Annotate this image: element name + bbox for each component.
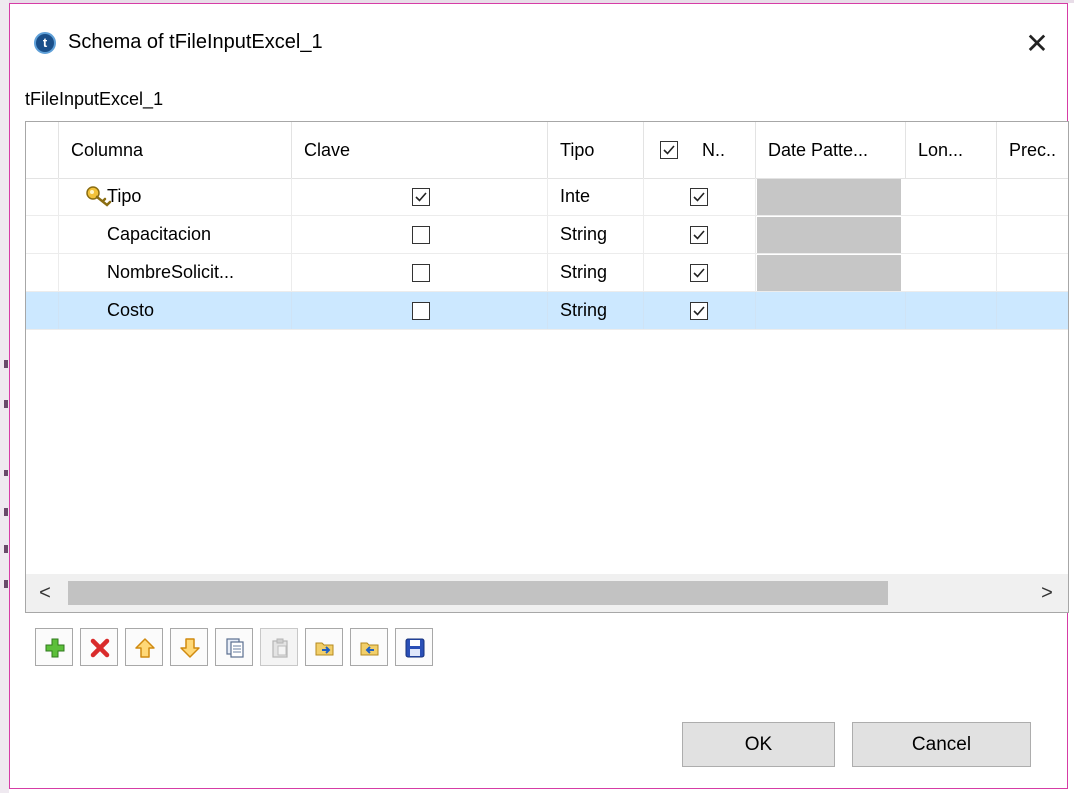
key-checkbox[interactable] — [412, 226, 430, 244]
talend-logo-icon: t — [34, 32, 56, 54]
type-cell[interactable]: Inte — [548, 178, 644, 215]
table-row[interactable]: Capacitacion String — [26, 216, 1068, 254]
column-name-cell[interactable]: Tipo — [59, 178, 292, 215]
date-pattern-cell-disabled — [757, 217, 901, 253]
column-header-length[interactable]: Lon... — [906, 122, 997, 178]
column-header-precision[interactable]: Prec.. — [997, 122, 1068, 178]
length-cell[interactable] — [906, 216, 997, 253]
type-cell[interactable]: String — [548, 216, 644, 253]
nullable-cell[interactable] — [644, 216, 756, 253]
column-header-nullable[interactable]: N.. — [644, 122, 756, 178]
date-pattern-cell-disabled — [757, 179, 901, 215]
column-name-cell[interactable]: NombreSolicit... — [59, 254, 292, 291]
add-icon — [45, 638, 65, 658]
row-header-cell — [26, 292, 59, 329]
column-name-cell[interactable]: Capacitacion — [59, 216, 292, 253]
table-header: Columna Clave Tipo N.. Date Patte... Lon… — [26, 122, 1068, 179]
nullable-checkbox[interactable] — [690, 226, 708, 244]
date-pattern-cell[interactable] — [756, 292, 906, 329]
import-button[interactable] — [305, 628, 343, 666]
export-button[interactable] — [350, 628, 388, 666]
title-bar: t Schema of tFileInputExcel_1 ✕ — [10, 4, 1067, 76]
key-cell[interactable] — [292, 178, 548, 215]
table-row-selected[interactable]: Costo String — [26, 292, 1068, 330]
column-name: NombreSolicit... — [107, 262, 235, 282]
nullable-checkbox[interactable] — [690, 188, 708, 206]
table-row[interactable]: NombreSolicit... String — [26, 254, 1068, 292]
background-mark — [4, 545, 8, 553]
background-mark — [4, 470, 8, 476]
key-cell[interactable] — [292, 254, 548, 291]
move-down-button[interactable] — [170, 628, 208, 666]
column-name-cell[interactable]: Costo — [59, 292, 292, 329]
copy-icon — [226, 638, 244, 658]
row-header-cell — [26, 216, 59, 253]
add-button[interactable] — [35, 628, 73, 666]
move-down-icon — [180, 638, 200, 658]
horizontal-scrollbar[interactable]: < > — [26, 574, 1068, 612]
nullable-cell[interactable] — [644, 178, 756, 215]
row-header-cell — [26, 178, 59, 215]
nullable-checkbox[interactable] — [690, 264, 708, 282]
scrollbar-thumb[interactable] — [68, 581, 888, 605]
schema-dialog: t Schema of tFileInputExcel_1 ✕ tFileInp… — [9, 3, 1069, 789]
column-header-date-pattern[interactable]: Date Patte... — [756, 122, 906, 178]
key-cell[interactable] — [292, 216, 548, 253]
close-icon[interactable]: ✕ — [1015, 22, 1059, 66]
schema-table[interactable]: Columna Clave Tipo N.. Date Patte... Lon… — [25, 121, 1069, 613]
background-mark — [4, 580, 8, 588]
save-button[interactable] — [395, 628, 433, 666]
nullable-cell[interactable] — [644, 292, 756, 329]
length-cell[interactable] — [906, 254, 997, 291]
import-icon — [315, 642, 334, 656]
key-cell[interactable] — [292, 292, 548, 329]
row-header-cell — [26, 254, 59, 291]
scroll-right-arrow-icon[interactable]: > — [1032, 574, 1062, 612]
delete-icon — [90, 638, 110, 658]
type-cell[interactable]: String — [548, 292, 644, 329]
background-mark — [4, 508, 8, 516]
export-icon — [360, 642, 379, 656]
column-name: Capacitacion — [107, 224, 212, 244]
nullable-header-label: N.. — [702, 140, 726, 160]
dialog-title: Schema of tFileInputExcel_1 — [68, 31, 323, 53]
column-name: Tipo — [107, 186, 142, 206]
background-mark — [4, 400, 8, 408]
paste-icon — [272, 638, 288, 658]
paste-button[interactable] — [260, 628, 298, 666]
column-header-columna[interactable]: Columna — [59, 122, 292, 178]
key-checkbox[interactable] — [412, 188, 430, 206]
move-up-icon — [135, 638, 155, 658]
ok-button[interactable]: OK — [682, 722, 835, 767]
column-header-clave[interactable]: Clave — [292, 122, 548, 178]
date-pattern-cell-disabled — [757, 255, 901, 291]
copy-button[interactable] — [215, 628, 253, 666]
background-strip-left — [0, 0, 9, 793]
move-up-button[interactable] — [125, 628, 163, 666]
cancel-button[interactable]: Cancel — [852, 722, 1031, 767]
column-header-tipo[interactable]: Tipo — [548, 122, 644, 178]
scroll-left-arrow-icon[interactable]: < — [30, 574, 60, 612]
length-cell[interactable] — [906, 178, 997, 215]
component-name-label: tFileInputExcel_1 — [25, 89, 164, 109]
nullable-checkbox[interactable] — [690, 302, 708, 320]
background-mark — [4, 360, 8, 368]
table-row[interactable]: Tipo Inte — [26, 178, 1068, 216]
key-checkbox[interactable] — [412, 264, 430, 282]
type-cell[interactable]: String — [548, 254, 644, 291]
save-icon — [405, 638, 425, 658]
nullable-cell[interactable] — [644, 254, 756, 291]
key-checkbox[interactable] — [412, 302, 430, 320]
delete-button[interactable] — [80, 628, 118, 666]
column-name: Costo — [107, 300, 155, 320]
nullable-header-checkbox[interactable] — [660, 141, 678, 159]
row-header-spacer — [26, 122, 59, 178]
length-cell[interactable] — [906, 292, 997, 329]
